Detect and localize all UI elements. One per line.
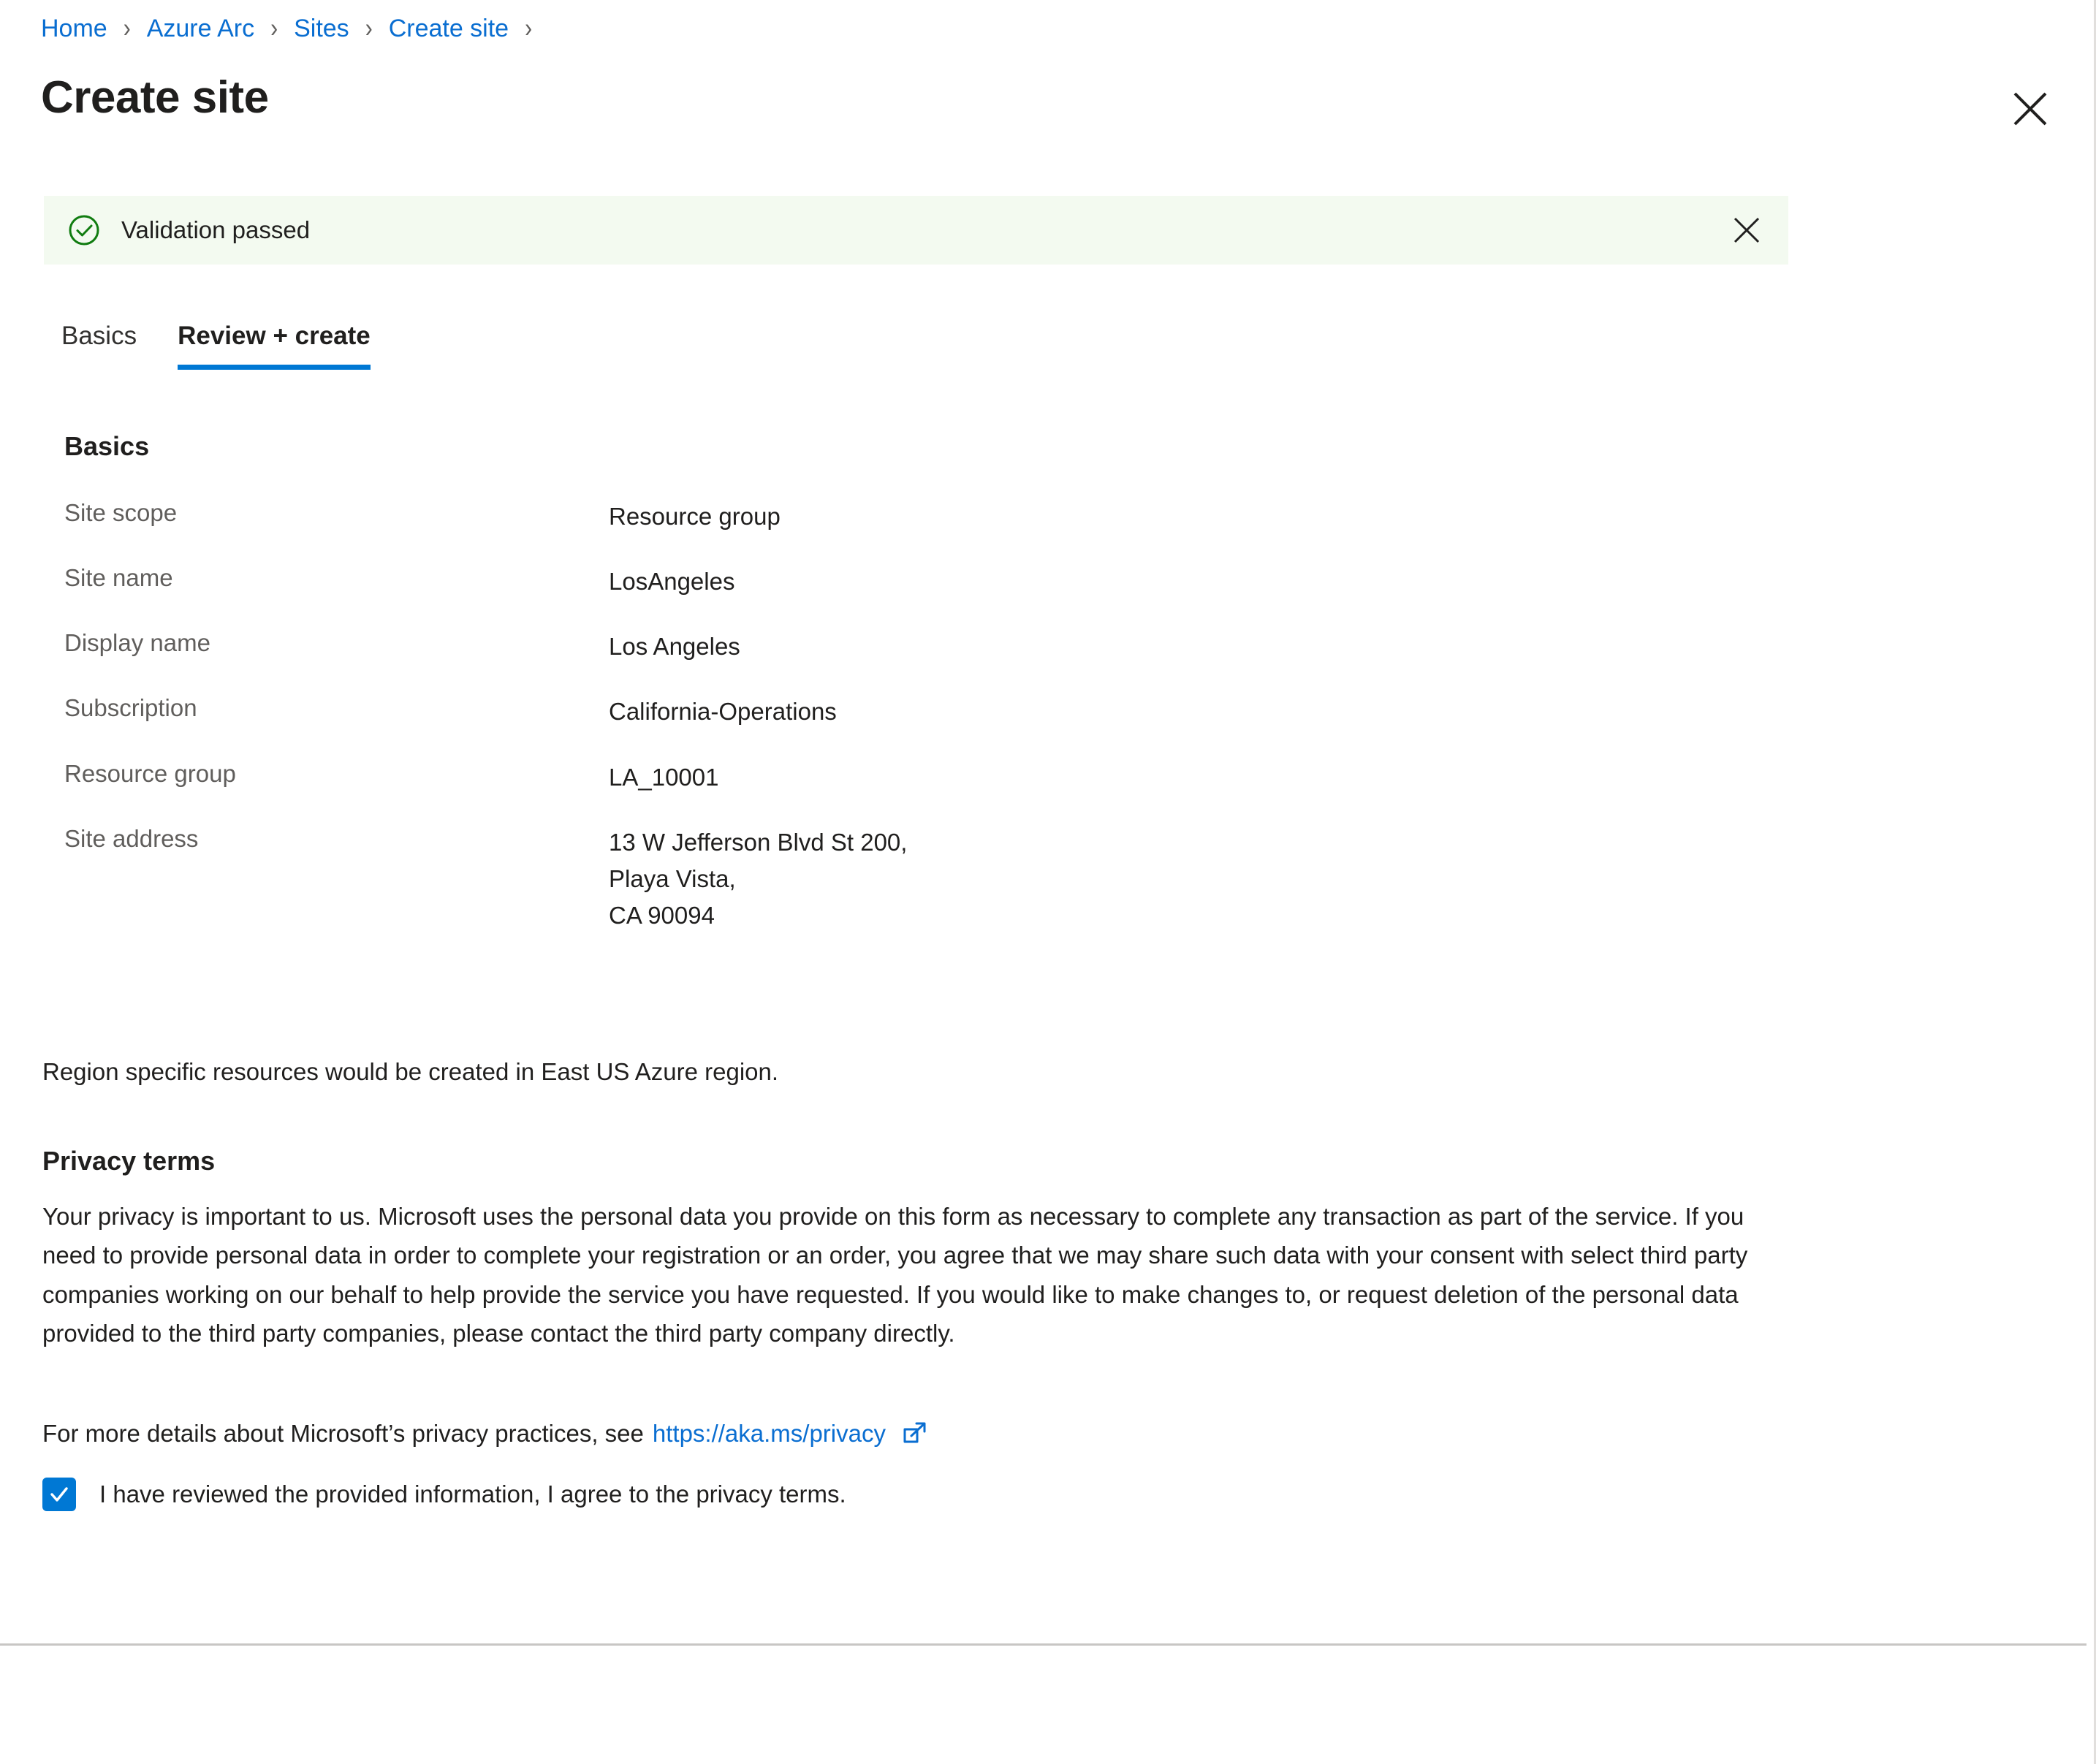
external-link-icon[interactable] (900, 1420, 928, 1448)
breadcrumb-chevron-icon: › (525, 12, 533, 43)
breadcrumb-chevron-icon: › (123, 12, 131, 43)
breadcrumb-item-home[interactable]: Home (41, 16, 107, 41)
privacy-link-line: For more details about Microsoft’s priva… (42, 1420, 928, 1448)
tab-basics[interactable]: Basics (61, 322, 137, 370)
breadcrumb-chevron-icon: › (270, 12, 278, 43)
breadcrumb-item-sites[interactable]: Sites (294, 16, 349, 41)
summary-row: Site address 13 W Jefferson Blvd St 200,… (64, 824, 1818, 934)
privacy-terms-body: Your privacy is important to us. Microso… (42, 1203, 1748, 1347)
breadcrumb-chevron-icon: › (365, 12, 373, 43)
summary-value: LosAngeles (609, 568, 735, 596)
summary-value: LA_10001 (609, 763, 719, 791)
privacy-consent-row[interactable]: I have reviewed the provided information… (42, 1478, 846, 1511)
summary-value: California-Operations (609, 698, 837, 726)
breadcrumb: Home › Azure Arc › Sites › Create site › (41, 12, 548, 43)
create-site-blade: Home › Azure Arc › Sites › Create site ›… (0, 0, 2096, 1764)
close-icon[interactable] (2008, 86, 2053, 132)
footer-action-bar: Create < Previous Next Give feedback (0, 1646, 2086, 1764)
summary-label: Site scope (64, 499, 178, 526)
validation-banner: Validation passed (44, 196, 1788, 265)
validation-banner-message: Validation passed (121, 216, 311, 243)
page-title: Create site (41, 72, 269, 123)
summary-row: Site name LosAngeles (64, 563, 1818, 600)
summary-row: Site scope Resource group (64, 498, 1818, 535)
check-circle-icon (67, 213, 101, 247)
banner-close-icon[interactable] (1730, 213, 1763, 247)
privacy-consent-label: I have reviewed the provided information… (99, 1480, 846, 1508)
summary-label: Display name (64, 629, 210, 657)
breadcrumb-item-azure-arc[interactable]: Azure Arc (147, 16, 254, 41)
tab-review-create[interactable]: Review + create (178, 322, 371, 370)
privacy-consent-checkbox[interactable] (42, 1478, 76, 1511)
basics-summary-list: Site scope Resource group Site name LosA… (64, 498, 1818, 962)
summary-row: Display name Los Angeles (64, 628, 1818, 665)
summary-label: Subscription (64, 694, 197, 722)
basics-section-heading: Basics (64, 431, 150, 461)
summary-row: Subscription California-Operations (64, 693, 1818, 730)
breadcrumb-item-create-site[interactable]: Create site (389, 16, 509, 41)
summary-label: Resource group (64, 759, 236, 787)
privacy-terms-heading: Privacy terms (42, 1146, 216, 1176)
summary-label: Site address (64, 824, 199, 852)
region-note: Region specific resources would be creat… (42, 1058, 779, 1085)
summary-label: Site name (64, 564, 173, 592)
summary-row: Resource group LA_10001 (64, 759, 1818, 796)
summary-value: 13 W Jefferson Blvd St 200, Playa Vista,… (609, 828, 908, 929)
wizard-tabs: Basics Review + create (61, 322, 371, 370)
summary-value: Los Angeles (609, 633, 740, 661)
privacy-policy-link[interactable]: https://aka.ms/privacy (653, 1420, 886, 1448)
summary-value: Resource group (609, 503, 781, 530)
privacy-link-prefix: For more details about Microsoft’s priva… (42, 1420, 644, 1447)
